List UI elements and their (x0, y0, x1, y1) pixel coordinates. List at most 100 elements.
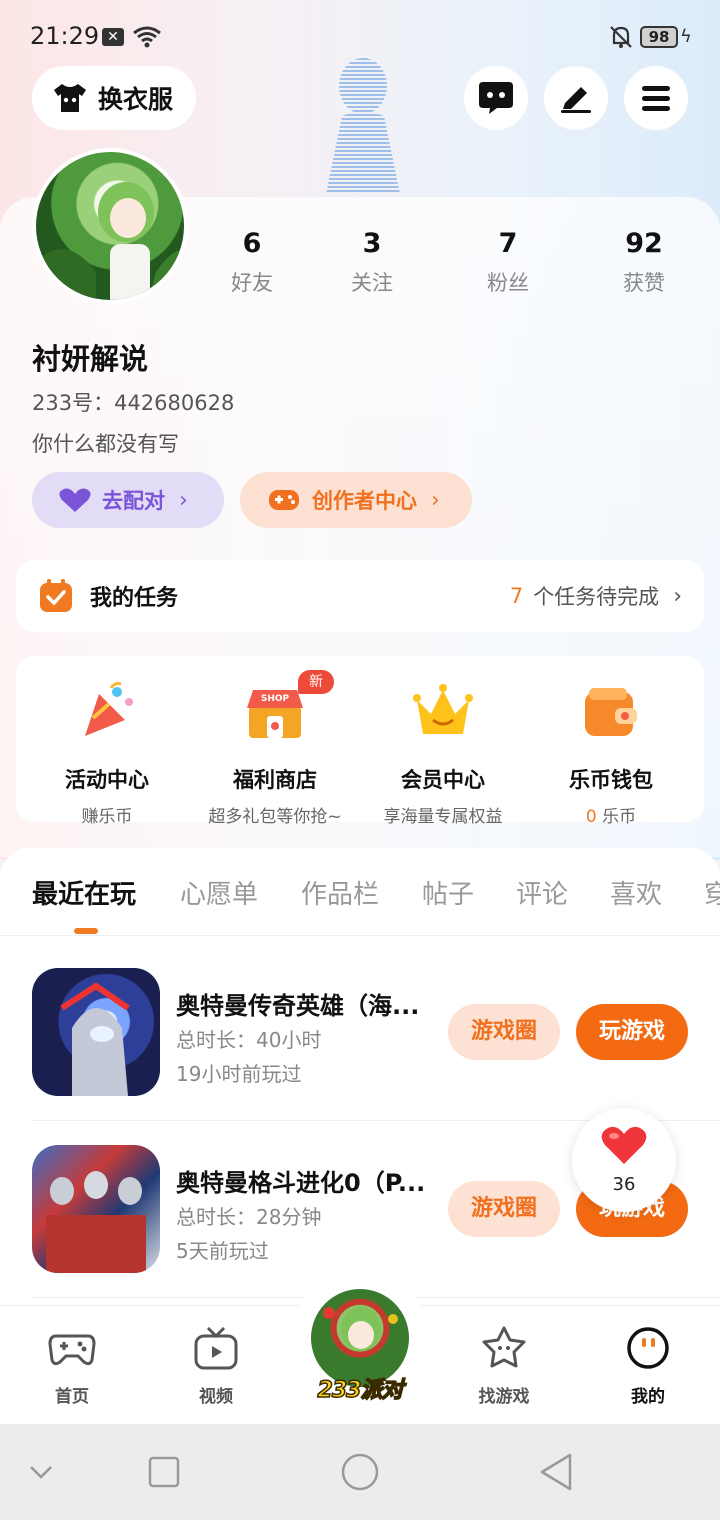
match-button[interactable]: 去配对 › (32, 472, 224, 528)
menu-button[interactable] (624, 66, 688, 130)
party-label: 233派对 (317, 1377, 404, 1404)
game-last-played: 19小时前玩过 (176, 1062, 302, 1086)
chevron-right-icon: › (431, 487, 440, 513)
my-tasks-row[interactable]: 我的任务 7 个任务待完成 › (16, 560, 704, 632)
tab-outfits[interactable]: 穿 (704, 874, 720, 911)
back-triangle-icon[interactable] (538, 1452, 574, 1492)
stat-label: 好友 (231, 271, 273, 295)
star-icon (482, 1326, 526, 1368)
creator-center-button[interactable]: 创作者中心 › (240, 472, 472, 528)
service-name: 乐币钱包 (569, 768, 653, 792)
nav-label: 找游戏 (478, 1387, 530, 1407)
game-last-played: 5天前玩过 (176, 1239, 269, 1263)
service-coin-wallet[interactable]: 乐币钱包 0 乐币 (526, 680, 696, 827)
game-circle-button[interactable]: 游戏圈 (448, 1004, 560, 1060)
nav-label: 首页 (55, 1387, 89, 1407)
tab-recently-played[interactable]: 最近在玩 (32, 874, 136, 911)
tasks-title: 我的任务 (90, 586, 179, 611)
game-artwork (60, 982, 130, 1096)
user-avatar[interactable] (32, 148, 188, 304)
change-outfit-button[interactable]: 换衣服 (32, 66, 196, 130)
user-bio[interactable]: 你什么都没有写 (32, 428, 179, 458)
tab-works[interactable]: 作品栏 (301, 874, 379, 911)
game-duration: 总时长：40小时 (176, 1028, 322, 1052)
home-circle-icon[interactable] (340, 1452, 380, 1492)
change-outfit-label: 换衣服 (98, 85, 174, 114)
notification-x-icon: ✕ (102, 28, 124, 46)
service-activity-center[interactable]: 活动中心 赚乐币 (22, 680, 192, 827)
profile-face-icon (627, 1327, 669, 1369)
tasks-suffix: 个任务待完成 (533, 585, 660, 609)
menu-icon (642, 86, 670, 111)
service-sub: 赚乐币 (81, 807, 133, 827)
tab-likes[interactable]: 喜欢 (610, 874, 662, 911)
user-name: 衬妍解说 (32, 342, 149, 376)
game-title: 奥特曼格斗进化0（P... (176, 1169, 426, 1197)
stat-likes[interactable]: 92 获赞 (594, 228, 694, 297)
chevron-right-icon: › (179, 487, 188, 513)
new-badge: 新 (298, 670, 334, 694)
stat-label: 粉丝 (487, 271, 529, 295)
game-artwork (46, 1171, 146, 1273)
wallet-icon (585, 688, 637, 736)
game-row[interactable]: 奥特曼传奇英雄（海... 总时长：40小时 19小时前玩过 游戏圈 玩游戏 (0, 968, 720, 1118)
service-sub: 享海量专属权益 (383, 807, 503, 827)
service-name: 会员中心 (401, 768, 485, 792)
tab-comments[interactable]: 评论 (516, 874, 568, 911)
active-tab-indicator (74, 928, 98, 934)
heart-icon (601, 1126, 647, 1164)
nav-mine[interactable]: 我的 (598, 1324, 698, 1407)
chevron-down-icon[interactable] (28, 1462, 54, 1482)
svg-text:SHOP: SHOP (261, 694, 290, 704)
recent-games-section: 最近在玩 心愿单 作品栏 帖子 评论 喜欢 穿 奥特曼传奇英雄（海... 总时长… (0, 848, 720, 1308)
heart-icon (59, 488, 91, 512)
play-game-button[interactable]: 玩游戏 (576, 1004, 688, 1060)
recents-square-icon[interactable] (148, 1456, 180, 1488)
tv-icon (194, 1326, 238, 1370)
stat-following[interactable]: 3 关注 (322, 228, 422, 297)
stat-value: 92 (625, 228, 663, 259)
service-vip-center[interactable]: 会员中心 享海量专属权益 (358, 680, 528, 827)
system-nav-bar (0, 1424, 720, 1520)
calendar-check-icon (40, 579, 72, 612)
divider (0, 935, 720, 936)
edit-button[interactable] (544, 66, 608, 130)
stat-label: 获赞 (623, 271, 665, 295)
edit-icon (561, 87, 591, 113)
coin-count: 0 (585, 807, 597, 827)
nav-home[interactable]: 首页 (22, 1324, 122, 1407)
service-welfare-shop[interactable]: SHOP 福利商店 超多礼包等你抢~ (190, 680, 360, 827)
service-sub: 超多礼包等你抢~ (208, 807, 342, 827)
nav-find-games[interactable]: 找游戏 (454, 1324, 554, 1407)
coin-unit: 乐币 (602, 807, 637, 827)
stat-label: 关注 (351, 271, 393, 295)
nav-label: 我的 (631, 1387, 665, 1407)
chat-button[interactable] (464, 66, 528, 130)
tab-wishlist[interactable]: 心愿单 (180, 874, 258, 911)
battery-level: 98 (640, 26, 678, 48)
stat-friends[interactable]: 6 好友 (202, 228, 302, 297)
nav-label: 视频 (199, 1387, 233, 1407)
crown-icon (413, 684, 473, 734)
game-icon[interactable] (32, 968, 160, 1096)
avatar-figure-outline (326, 58, 400, 194)
like-bubble[interactable]: 36 (572, 1108, 676, 1212)
stat-fans[interactable]: 7 粉丝 (458, 228, 558, 297)
stat-value: 7 (498, 228, 518, 259)
status-time: 21:29 (30, 22, 100, 50)
service-name: 活动中心 (65, 768, 149, 792)
gamepad-icon (48, 1334, 96, 1366)
profile-tabs: 最近在玩 心愿单 作品栏 帖子 评论 喜欢 穿 (0, 868, 720, 918)
game-icon[interactable] (32, 1145, 160, 1273)
creator-center-label: 创作者中心 (312, 489, 417, 513)
game-title: 奥特曼传奇英雄（海... (176, 992, 420, 1020)
wifi-icon (133, 26, 161, 48)
bell-muted-icon (610, 26, 632, 48)
party-popper-icon (85, 682, 133, 736)
tab-posts[interactable]: 帖子 (422, 874, 474, 911)
game-duration: 总时长：28分钟 (176, 1205, 322, 1229)
nav-video[interactable]: 视频 (166, 1324, 266, 1407)
gamepad-icon (269, 490, 299, 510)
game-circle-button[interactable]: 游戏圈 (448, 1181, 560, 1237)
match-label: 去配对 (102, 489, 165, 513)
